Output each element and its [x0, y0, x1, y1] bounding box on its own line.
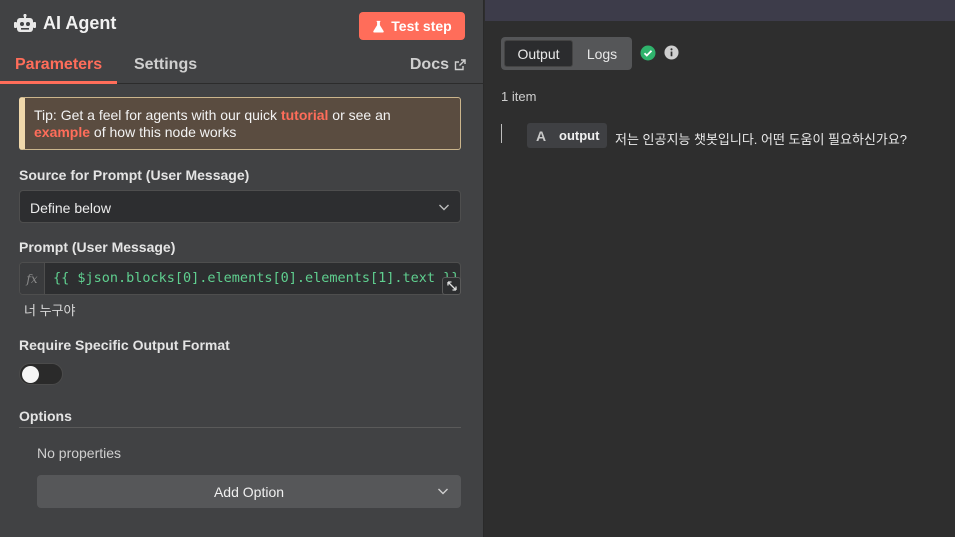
- external-link-icon: [454, 59, 466, 71]
- add-option-label: Add Option: [213, 483, 285, 500]
- info-icon[interactable]: [664, 45, 679, 60]
- tip-text-suffix: of how this node works: [90, 124, 237, 140]
- node-parameters-panel: AI Agent Test step Parameters Settings D…: [0, 0, 484, 537]
- output-logs-switch: Output Logs: [501, 37, 632, 70]
- output-top-bar: [485, 0, 955, 21]
- expand-expression-button[interactable]: [442, 277, 461, 295]
- tip-text-prefix: Tip: Get a feel for agents with our quic…: [34, 107, 281, 123]
- output-field-key: output: [559, 128, 600, 143]
- flask-icon: [373, 20, 385, 33]
- toggle-knob: [22, 366, 39, 383]
- docs-link[interactable]: Docs: [410, 56, 466, 74]
- fx-icon: fx: [20, 263, 45, 294]
- source-prompt-label: Source for Prompt (User Message): [19, 167, 250, 183]
- expand-icon: [446, 281, 457, 291]
- success-check-icon: [640, 45, 656, 61]
- chevron-down-icon: [438, 488, 448, 495]
- prompt-expression: {{ $json.blocks[0].elements[0].elements[…: [53, 270, 460, 286]
- tutorial-link[interactable]: tutorial: [281, 107, 328, 123]
- tab-logs[interactable]: Logs: [575, 40, 629, 67]
- test-step-label: Test step: [391, 18, 452, 34]
- tab-settings[interactable]: Settings: [134, 56, 197, 74]
- active-tab-indicator: [0, 81, 117, 84]
- source-prompt-value: Define below: [30, 200, 111, 216]
- tip-callout: Tip: Get a feel for agents with our quic…: [19, 97, 461, 150]
- string-type-icon: A: [536, 128, 547, 144]
- robot-icon: [14, 14, 36, 32]
- tab-output[interactable]: Output: [504, 40, 573, 67]
- options-label: Options: [19, 408, 72, 424]
- tab-parameters[interactable]: Parameters: [15, 56, 102, 74]
- prompt-expression-input[interactable]: fx {{ $json.blocks[0].elements[0].elemen…: [19, 262, 461, 295]
- options-divider: [19, 427, 461, 428]
- node-title: AI Agent: [43, 13, 117, 33]
- chevron-down-icon: [439, 204, 449, 211]
- no-properties-text: No properties: [37, 445, 122, 461]
- output-field-chip[interactable]: A output: [527, 123, 607, 148]
- row-indent-bar: [501, 124, 502, 143]
- add-option-button[interactable]: Add Option: [37, 475, 461, 508]
- output-panel: Output Logs 1 item A output 저는 인공지능 챗봇입니…: [485, 0, 955, 537]
- output-format-toggle[interactable]: [19, 363, 63, 385]
- node-tabs: Parameters Settings Docs: [0, 50, 484, 84]
- expression-result: 너 누구야: [24, 303, 76, 318]
- source-prompt-select[interactable]: Define below: [19, 190, 461, 223]
- node-header: AI Agent Test step: [0, 0, 484, 48]
- docs-label: Docs: [409, 56, 449, 73]
- example-link[interactable]: example: [34, 124, 90, 140]
- tip-text-middle: or see an: [328, 107, 391, 123]
- test-step-button[interactable]: Test step: [359, 12, 465, 40]
- prompt-label: Prompt (User Message): [19, 239, 176, 255]
- item-count: 1 item: [501, 89, 537, 104]
- output-field-value: 저는 인공지능 챗봇입니다. 어떤 도움이 필요하신가요?: [615, 132, 908, 147]
- output-format-label: Require Specific Output Format: [19, 337, 230, 353]
